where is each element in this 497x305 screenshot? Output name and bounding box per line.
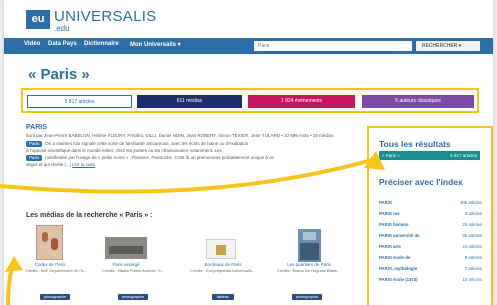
site-header: eu UNIVERSALIS .edu <box>4 0 493 38</box>
index-item[interactable]: PARIS école de 8 articles <box>379 255 482 260</box>
media-caption[interactable]: Les quartiers de Paris <box>279 262 339 267</box>
media-credit: Crédits : BnF Département de l'A... <box>25 268 87 273</box>
media-thumb-codex[interactable] <box>36 225 63 260</box>
result-title[interactable]: PARIS <box>26 124 47 131</box>
tab-evenements[interactable]: 1 824 événements <box>248 95 355 108</box>
media-section-title: Les médias de la recherche « Paris » : <box>26 212 153 219</box>
result-excerpt-line-4: degré et qui révèle [...] Lire la suite <box>26 162 96 167</box>
index-item[interactable]: PARIS histoire 29 articles <box>379 222 482 227</box>
main-nav: Vidéo Data Pays Dictionnaire Mon Univers… <box>4 38 493 54</box>
search-button[interactable]: RECHERCHER ▾ <box>416 41 480 51</box>
keyword-tag: Paris <box>26 155 43 161</box>
index-item[interactable]: PARIS école (1373) 10 articles <box>379 277 482 282</box>
result-excerpt-line-2: à l'opposé scientifique dans le monde en… <box>26 148 222 153</box>
media-type-badge: photographie <box>292 294 322 300</box>
index-item[interactable]: PARIS 406 articles <box>379 200 482 205</box>
logo-domain: .edu <box>54 24 70 33</box>
all-results-heading: Tous les résultats <box>379 139 451 149</box>
index-item[interactable]: PARIS université de 36 articles <box>379 233 482 238</box>
all-results-row[interactable]: « Paris » 5 817 articles <box>379 151 480 160</box>
nav-item-video[interactable]: Vidéo <box>24 41 40 47</box>
keyword-tag: Paris <box>26 141 43 147</box>
logo-name[interactable]: UNIVERSALIS <box>54 8 157 25</box>
result-authors: Écrit par Jean-Pierre BABELON, Hélène FL… <box>26 133 334 138</box>
tab-auteurs[interactable]: 5 auteurs classiques <box>362 95 474 108</box>
media-credit: Crédits : Encyclopædia Universalis... <box>190 268 256 273</box>
result-excerpt-line-3: Paris manifestée par l'usage de « petits … <box>26 155 366 161</box>
search-input[interactable]: Paris <box>254 41 412 51</box>
media-type-badge: photographie <box>40 294 70 300</box>
index-item[interactable]: PARIS arts 24 articles <box>379 244 482 249</box>
read-more-link[interactable]: Lire la suite <box>72 162 95 167</box>
media-credit: Crédits : Nadar Fulton Archive/ G... <box>102 268 165 273</box>
nav-item-dictionnaire[interactable]: Dictionnaire <box>84 41 119 47</box>
page-title: « Paris » <box>28 66 90 83</box>
media-type-badge: photographie <box>118 294 148 300</box>
tab-articles[interactable]: 5 817 articles <box>27 95 132 108</box>
media-caption[interactable]: Paris assiégé <box>96 262 156 267</box>
media-caption[interactable]: Bordeaux de Paris <box>193 262 253 267</box>
nav-item-data-pays[interactable]: Data Pays <box>48 41 77 47</box>
index-item[interactable]: PARIS, mythologie 7 articles <box>379 266 482 271</box>
logo-mark[interactable]: eu <box>26 10 50 29</box>
nav-item-mon-universalis[interactable]: Mon Universalis ▾ <box>130 41 181 48</box>
media-thumb-bordeaux[interactable] <box>206 239 236 259</box>
tab-medias[interactable]: 611 médias <box>137 95 242 108</box>
refine-index-heading: Préciser avec l'index <box>379 177 463 187</box>
media-thumb-quartiers[interactable] <box>298 229 321 262</box>
media-thumb-paris-assiege[interactable] <box>105 237 147 259</box>
media-credit: Crédits : Bruno De Hogues/ Biosh... <box>277 268 341 273</box>
result-excerpt-line-1: Paris On a maintes fois signalé cette sor… <box>26 141 366 147</box>
index-item[interactable]: PARIS rue 3 articles <box>379 211 482 216</box>
media-caption[interactable]: Codex de Paris <box>24 262 76 267</box>
media-type-badge: tableau <box>212 294 234 300</box>
